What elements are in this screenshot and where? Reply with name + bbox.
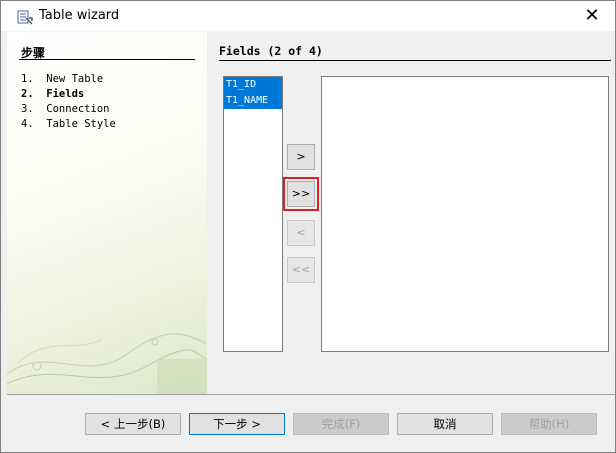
step-item-current: 2. Fields: [21, 88, 85, 100]
field-item-t1-id[interactable]: T1_ID: [224, 77, 282, 93]
step-item: 3. Connection: [21, 103, 110, 115]
remove-field-button[interactable]: <: [287, 220, 315, 246]
field-item-t1-name[interactable]: T1_NAME: [224, 93, 282, 109]
fields-panel-title: Fields (2 of 4): [219, 44, 323, 58]
add-field-button[interactable]: >: [287, 144, 315, 170]
footer-divider: [7, 394, 615, 395]
add-all-fields-button[interactable]: >>: [283, 177, 319, 211]
step-item: 4. Table Style: [21, 118, 116, 130]
help-button[interactable]: 帮助(H): [501, 413, 597, 435]
remove-all-fields-button[interactable]: <<: [287, 257, 315, 283]
finish-button[interactable]: 完成(F): [293, 413, 389, 435]
steps-list: 1. New Table 2. Fields 3. Connection 4. …: [21, 72, 116, 132]
decorative-swirl-graphic: [7, 333, 207, 394]
available-fields-list[interactable]: T1_ID T1_NAME: [223, 76, 283, 352]
back-button[interactable]: < 上一步(B): [85, 413, 181, 435]
steps-pane: 步骤 1. New Table 2. Fields 3. Connection …: [7, 32, 207, 394]
fields-divider: [219, 60, 611, 61]
step-item: 1. New Table: [21, 73, 104, 85]
selected-fields-list[interactable]: [321, 76, 609, 352]
title-bar: Table wizard ✕: [1, 1, 615, 31]
window-title: Table wizard: [39, 8, 120, 23]
close-icon[interactable]: ✕: [581, 5, 603, 27]
table-wizard-window: Table wizard ✕ 步骤 1. New Table 2. Fields…: [0, 0, 616, 453]
fields-pane: Fields (2 of 4) T1_ID T1_NAME > >> < <<: [207, 32, 615, 394]
cancel-button[interactable]: 取消: [397, 413, 493, 435]
next-button[interactable]: 下一步 >: [189, 413, 285, 435]
steps-divider: [19, 59, 195, 60]
app-icon: [17, 10, 33, 25]
